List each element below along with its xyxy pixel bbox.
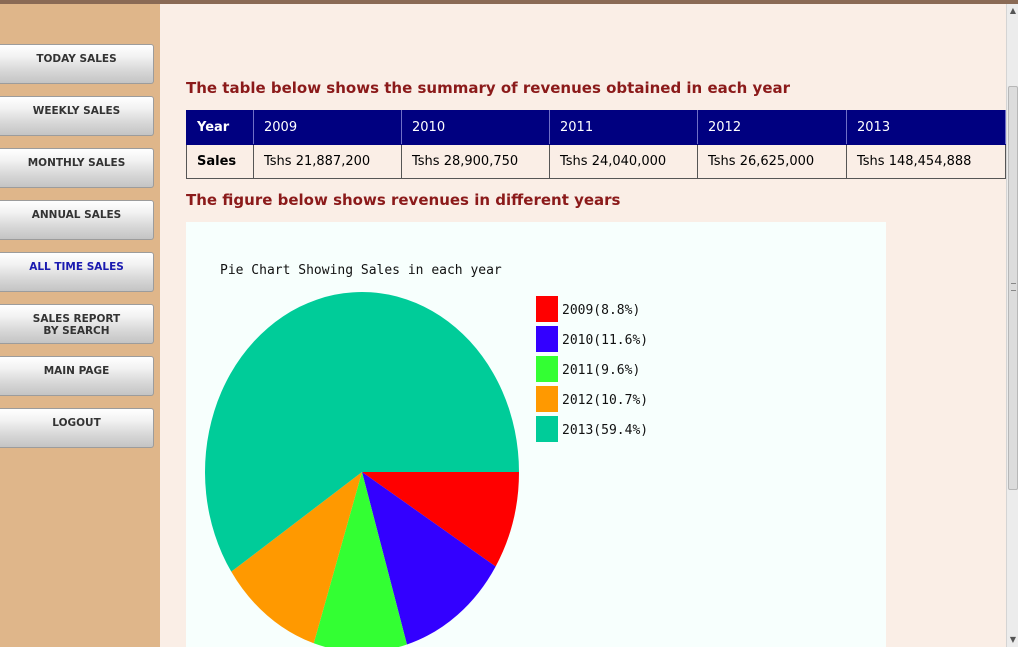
all-time-sales-button[interactable]: ALL TIME SALES <box>0 252 154 292</box>
legend-label: 2010(11.6%) <box>562 333 648 348</box>
legend-label: 2013(59.4%) <box>562 423 648 438</box>
legend-label: 2011(9.6%) <box>562 363 640 378</box>
table-header-cell: Year <box>186 110 254 145</box>
logout-label: LOGOUT <box>52 417 101 429</box>
sales-report-label: SALES REPORT <box>32 313 121 325</box>
main-page-button[interactable]: MAIN PAGE <box>0 356 154 396</box>
table-cell: Tshs 21,887,200 <box>253 144 402 179</box>
table-cell: Tshs 148,454,888 <box>846 144 1006 179</box>
table-cell: Tshs 24,040,000 <box>549 144 698 179</box>
table-header-cell: 2009 <box>253 110 402 145</box>
table-heading: The table below shows the summary of rev… <box>186 79 791 97</box>
grip-icon <box>1011 283 1016 291</box>
legend-swatch <box>536 416 558 442</box>
legend-swatch <box>536 326 558 352</box>
table-cell: Sales <box>186 144 254 179</box>
sidebar: TODAY SALES WEEKLY SALES MONTHLY SALES A… <box>0 4 160 647</box>
legend-swatch <box>536 356 558 382</box>
table-row: Sales Tshs 21,887,200 Tshs 28,900,750 Ts… <box>186 144 1006 179</box>
logout-button[interactable]: LOGOUT <box>0 408 154 448</box>
pie-chart: Pie Chart Showing Sales in each year 200… <box>204 263 648 647</box>
table-header-cell: 2010 <box>401 110 550 145</box>
legend-label: 2009(8.8%) <box>562 303 640 318</box>
legend-label: 2012(10.7%) <box>562 393 648 408</box>
main-content: The table below shows the summary of rev… <box>160 4 1006 647</box>
table-header-row: Year 2009 2010 2011 2012 2013 <box>186 110 1006 145</box>
weekly-sales-label: WEEKLY SALES <box>32 105 121 117</box>
monthly-sales-label: MONTHLY SALES <box>27 157 126 169</box>
table-cell: Tshs 28,900,750 <box>401 144 550 179</box>
legend-swatch <box>536 386 558 412</box>
table-header-cell: 2013 <box>846 110 1006 145</box>
table-cell: Tshs 26,625,000 <box>697 144 847 179</box>
sales-summary-table: Year 2009 2010 2011 2012 2013 Sales Tshs… <box>186 110 1006 179</box>
monthly-sales-button[interactable]: MONTHLY SALES <box>0 148 154 188</box>
weekly-sales-button[interactable]: WEEKLY SALES <box>0 96 154 136</box>
chart-title: Pie Chart Showing Sales in each year <box>220 263 502 278</box>
pie-chart-figure: Pie Chart Showing Sales in each year 200… <box>186 222 886 647</box>
table-header-cell: 2011 <box>549 110 698 145</box>
today-sales-label: TODAY SALES <box>36 53 117 65</box>
figure-heading: The figure below shows revenues in diffe… <box>186 191 621 209</box>
scroll-thumb[interactable] <box>1008 86 1018 490</box>
table-header-cell: 2012 <box>697 110 847 145</box>
all-time-sales-label: ALL TIME SALES <box>29 261 124 273</box>
scroll-down-arrow-icon[interactable]: ▼ <box>1007 633 1018 647</box>
by-search-label: BY SEARCH <box>43 325 110 337</box>
annual-sales-button[interactable]: ANNUAL SALES <box>0 200 154 240</box>
sales-report-by-search-button[interactable]: SALES REPORT BY SEARCH <box>0 304 154 344</box>
vertical-scrollbar[interactable]: ▲ ▼ <box>1006 4 1018 647</box>
legend-swatch <box>536 296 558 322</box>
annual-sales-label: ANNUAL SALES <box>31 209 122 221</box>
today-sales-button[interactable]: TODAY SALES <box>0 44 154 84</box>
scroll-up-arrow-icon[interactable]: ▲ <box>1007 4 1018 18</box>
main-page-label: MAIN PAGE <box>43 365 110 377</box>
